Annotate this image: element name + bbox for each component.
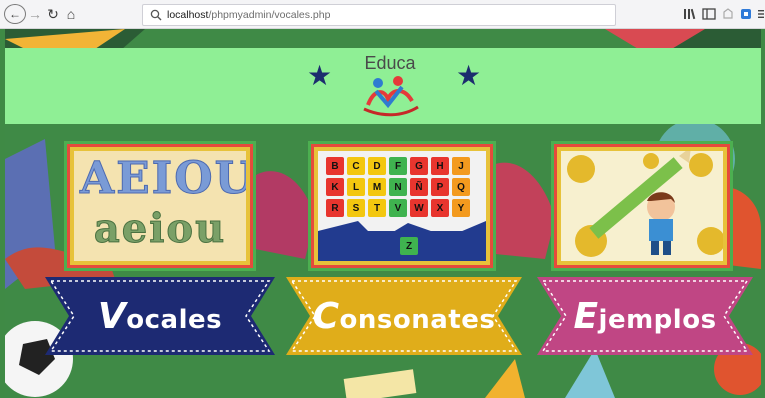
browser-toolbar: ← → ↻ ⌂ localhost/phpmyadmin/vocales.php bbox=[0, 0, 765, 29]
vowels-card[interactable]: AEIOU aeiou bbox=[70, 147, 250, 265]
url-text: localhost/phpmyadmin/vocales.php bbox=[167, 9, 331, 21]
consonant-tile: F bbox=[389, 157, 407, 175]
page-content: Educa ★ ★ AEIOU aeiou BCDFGHJKLMNÑPQRSTV… bbox=[5, 29, 761, 398]
home-button[interactable]: ⌂ bbox=[64, 4, 78, 24]
consonant-tile: D bbox=[368, 157, 386, 175]
search-icon bbox=[150, 9, 162, 21]
consonant-tile: Q bbox=[452, 178, 470, 196]
menu-icon[interactable] bbox=[757, 7, 765, 21]
consonants-card[interactable]: BCDFGHJ KLMNÑPQ RSTVWXY Z bbox=[314, 147, 490, 265]
site-title: Educa bbox=[364, 53, 416, 73]
consonant-tile: S bbox=[347, 199, 365, 217]
boy-with-pencil-illustration bbox=[561, 151, 723, 261]
consonant-tile: W bbox=[410, 199, 428, 217]
star-right-icon: ★ bbox=[456, 60, 482, 91]
examples-button[interactable]: Ejemplos bbox=[537, 277, 753, 355]
consonant-tile: Z bbox=[400, 237, 418, 255]
consonant-tile: B bbox=[326, 157, 344, 175]
extension-icon[interactable] bbox=[721, 7, 735, 21]
consonants-button[interactable]: Consonates bbox=[286, 277, 522, 355]
consonant-tile-grid: BCDFGHJ KLMNÑPQ RSTVWXY bbox=[326, 157, 478, 217]
vowels-button[interactable]: Vocales bbox=[45, 277, 275, 355]
forward-button[interactable]: → bbox=[28, 4, 42, 24]
library-icon[interactable] bbox=[683, 7, 697, 21]
address-bar[interactable]: localhost/phpmyadmin/vocales.php bbox=[142, 4, 616, 26]
vowels-uppercase: AEIOU bbox=[80, 153, 250, 205]
consonant-tile: Y bbox=[452, 199, 470, 217]
consonants-button-label: Consonates bbox=[312, 295, 496, 337]
reload-button[interactable]: ↻ bbox=[46, 4, 60, 24]
extension-blue-icon[interactable] bbox=[739, 7, 753, 21]
vowels-lowercase: aeiou bbox=[93, 205, 227, 253]
examples-button-label: Ejemplos bbox=[573, 295, 717, 337]
consonant-tile: K bbox=[326, 178, 344, 196]
back-button[interactable]: ← bbox=[4, 4, 26, 24]
consonant-tile: N bbox=[389, 178, 407, 196]
consonant-tile: H bbox=[431, 157, 449, 175]
consonant-tile: G bbox=[410, 157, 428, 175]
consonant-tile: L bbox=[347, 178, 365, 196]
consonant-tile: M bbox=[368, 178, 386, 196]
star-left-icon: ★ bbox=[307, 60, 333, 91]
consonant-tile: P bbox=[431, 178, 449, 196]
consonant-tile: C bbox=[347, 157, 365, 175]
consonant-tile: X bbox=[431, 199, 449, 217]
educa-logo-icon bbox=[363, 76, 419, 117]
consonant-tile: J bbox=[452, 157, 470, 175]
vowels-button-label: Vocales bbox=[97, 295, 223, 337]
consonant-tile: R bbox=[326, 199, 344, 217]
consonant-tile: Ñ bbox=[410, 178, 428, 196]
examples-card[interactable] bbox=[557, 147, 727, 265]
sidebar-icon[interactable] bbox=[702, 7, 716, 21]
consonant-tile: T bbox=[368, 199, 386, 217]
consonant-tile: V bbox=[389, 199, 407, 217]
